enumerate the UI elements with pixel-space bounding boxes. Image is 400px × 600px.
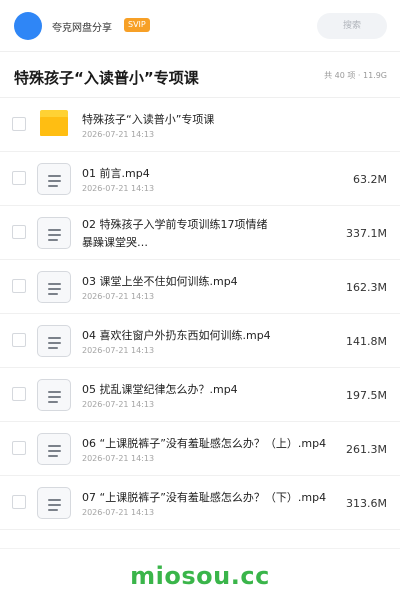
item-date: 2026-07-21 14:13 xyxy=(82,454,155,463)
list-item[interactable]: 03 课堂上坐不住如何训练.mp4 2026-07-21 14:13 162.3… xyxy=(0,260,400,314)
search-input[interactable]: 搜索 xyxy=(317,13,387,39)
item-name: 特殊孩子“入读普小”专项课 xyxy=(82,113,215,126)
list-item[interactable]: 04 喜欢往窗户外扔东西如何训练.mp4 2026-07-21 14:13 14… xyxy=(0,314,400,368)
page-title: 特殊孩子“入读普小”专项课 xyxy=(14,69,199,87)
item-summary: 共 40 项 · 11.9G xyxy=(324,71,387,80)
item-date: 2026-07-21 14:13 xyxy=(82,184,155,193)
file-icon xyxy=(37,487,71,519)
file-list: 特殊孩子“入读普小”专项课 2026-07-21 14:13 01 前言.mp4… xyxy=(0,98,400,530)
item-name: 03 课堂上坐不住如何训练.mp4 xyxy=(82,275,238,288)
item-name: 01 前言.mp4 xyxy=(82,167,150,180)
select-checkbox[interactable] xyxy=(12,495,26,509)
item-date: 2026-07-21 14:13 xyxy=(82,346,155,355)
file-icon xyxy=(37,325,71,357)
avatar[interactable] xyxy=(14,12,42,40)
item-size: 261.3M xyxy=(346,443,387,456)
file-icon xyxy=(37,163,71,195)
file-icon xyxy=(37,433,71,465)
username: 夸克网盘分享 xyxy=(52,23,112,34)
folder-header: 特殊孩子“入读普小”专项课 共 40 项 · 11.9G xyxy=(0,52,400,98)
select-checkbox[interactable] xyxy=(12,279,26,293)
file-icon xyxy=(37,217,71,249)
item-size: 162.3M xyxy=(346,281,387,294)
item-name: 05 扰乱课堂纪律怎么办？.mp4 xyxy=(82,383,238,396)
file-icon xyxy=(37,379,71,411)
item-name: 06 “上课脱裤子”没有羞耻感怎么办？（上）.mp4 xyxy=(82,437,327,450)
watermark: miosou.cc xyxy=(130,562,270,590)
list-item[interactable]: 01 前言.mp4 2026-07-21 14:13 63.2M xyxy=(0,152,400,206)
item-size: 63.2M xyxy=(353,173,387,186)
list-item[interactable]: 06 “上课脱裤子”没有羞耻感怎么办？（上）.mp4 2026-07-21 14… xyxy=(0,422,400,476)
select-checkbox[interactable] xyxy=(12,225,26,239)
select-checkbox[interactable] xyxy=(12,441,26,455)
select-checkbox[interactable] xyxy=(12,117,26,131)
select-checkbox[interactable] xyxy=(12,333,26,347)
list-item[interactable]: 特殊孩子“入读普小”专项课 2026-07-21 14:13 xyxy=(0,98,400,152)
item-name: 04 喜欢往窗户外扔东西如何训练.mp4 xyxy=(82,329,271,342)
item-size: 197.5M xyxy=(346,389,387,402)
divider xyxy=(0,548,400,549)
file-icon xyxy=(37,271,71,303)
folder-icon xyxy=(37,109,71,141)
item-size: 141.8M xyxy=(346,335,387,348)
item-date: 2026-07-21 14:13 xyxy=(82,292,155,301)
item-size: 337.1M xyxy=(346,227,387,240)
item-date: 2026-07-21 14:13 xyxy=(82,400,155,409)
item-name: 02 特殊孩子入学前专项训练17项情绪暴躁课堂哭… xyxy=(82,218,268,249)
item-date: 2026-07-21 14:13 xyxy=(82,130,155,139)
item-date: 2026-07-21 14:13 xyxy=(82,508,155,517)
list-item[interactable]: 05 扰乱课堂纪律怎么办？.mp4 2026-07-21 14:13 197.5… xyxy=(0,368,400,422)
select-checkbox[interactable] xyxy=(12,171,26,185)
select-checkbox[interactable] xyxy=(12,387,26,401)
item-size: 313.6M xyxy=(346,497,387,510)
list-item[interactable]: 02 特殊孩子入学前专项训练17项情绪暴躁课堂哭… 337.1M xyxy=(0,206,400,260)
top-bar: 夸克网盘分享 SVIP 搜索 xyxy=(0,0,400,52)
item-name: 07 “上课脱裤子”没有羞耻感怎么办？（下）.mp4 xyxy=(82,491,327,504)
svip-badge: SVIP xyxy=(124,18,150,32)
list-item[interactable]: 07 “上课脱裤子”没有羞耻感怎么办？（下）.mp4 2026-07-21 14… xyxy=(0,476,400,530)
